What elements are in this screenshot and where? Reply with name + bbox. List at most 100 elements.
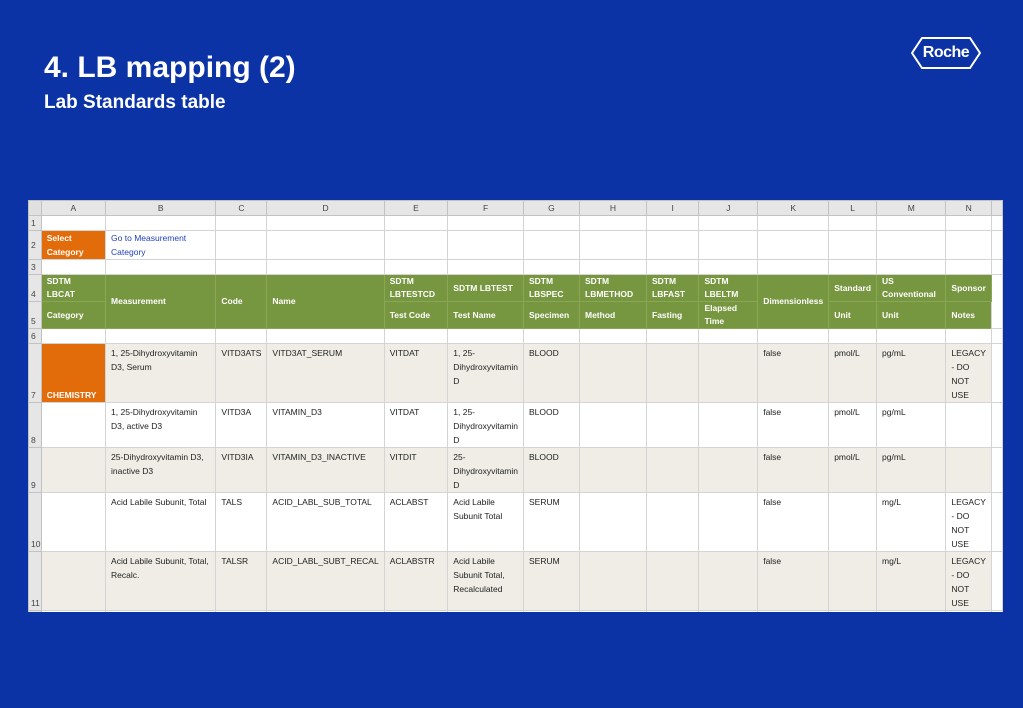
table-cell[interactable]: false — [757, 492, 830, 552]
table-cell[interactable]: ACLABST — [383, 492, 449, 552]
table-cell[interactable]: VITD3AT_SERUM — [266, 343, 385, 403]
table-cell[interactable] — [579, 402, 647, 448]
table-cell[interactable]: false — [757, 610, 830, 612]
table-cell[interactable] — [579, 610, 647, 612]
header-cell[interactable]: SDTM LBTESTCD — [383, 274, 449, 302]
table-cell[interactable] — [698, 492, 759, 552]
table-cell[interactable]: mg/L — [876, 492, 947, 552]
column-header[interactable]: B — [105, 200, 217, 216]
column-header[interactable]: F — [447, 200, 524, 216]
table-cell[interactable]: Acid Labile Subunit Total — [447, 492, 524, 552]
table-cell[interactable]: VITD3IA — [215, 447, 268, 493]
category-cell[interactable] — [40, 610, 107, 612]
table-cell[interactable] — [945, 610, 992, 612]
table-cell[interactable]: BLOOD — [522, 447, 581, 493]
table-cell[interactable] — [645, 402, 700, 448]
row-number[interactable]: 5 — [28, 301, 42, 329]
table-cell[interactable] — [579, 551, 647, 611]
column-header[interactable]: K — [757, 200, 830, 216]
table-cell[interactable]: BLOOD — [522, 343, 581, 403]
header-cell[interactable]: Elapsed Time — [698, 301, 759, 329]
table-cell[interactable]: ACLABSTR — [383, 551, 449, 611]
table-cell[interactable]: false — [757, 343, 830, 403]
header-cell[interactable]: SDTM LBSPEC — [522, 274, 581, 302]
table-cell[interactable]: U/L — [828, 610, 878, 612]
header-cell[interactable]: SDTM LBELTM — [698, 274, 759, 302]
header-cell[interactable]: Specimen — [522, 301, 581, 329]
table-cell[interactable]: ACID_LABL_SUB_TOTAL — [266, 492, 385, 552]
table-cell[interactable]: mg/L — [876, 551, 947, 611]
select-all-corner[interactable] — [28, 200, 42, 216]
table-cell[interactable]: VITDAT — [383, 402, 449, 448]
table-cell[interactable]: Acid Phosphatase — [447, 610, 524, 612]
table-cell[interactable]: pmol/L — [828, 402, 878, 448]
table-cell[interactable] — [645, 343, 700, 403]
header-cell[interactable]: Code — [215, 274, 268, 329]
row-number[interactable]: 10 — [28, 492, 42, 552]
table-cell[interactable]: ACPHOS — [215, 610, 268, 612]
header-cell[interactable]: Unit — [876, 301, 947, 329]
row-number[interactable]: 11 — [28, 551, 42, 611]
row-number[interactable]: 3 — [28, 259, 42, 275]
column-header[interactable]: E — [383, 200, 449, 216]
table-cell[interactable]: LEGACY - DO NOT USE — [945, 343, 992, 403]
table-cell[interactable]: TALSR — [215, 551, 268, 611]
table-cell[interactable] — [828, 492, 878, 552]
header-cell[interactable]: Fasting — [645, 301, 700, 329]
table-cell[interactable]: VITD3ATS — [215, 343, 268, 403]
category-cell[interactable] — [40, 447, 107, 493]
table-cell[interactable] — [579, 343, 647, 403]
table-cell[interactable] — [698, 447, 759, 493]
header-cell[interactable]: Name — [266, 274, 385, 329]
row-number[interactable]: 12 — [28, 610, 42, 612]
table-cell[interactable]: BLOOD — [522, 402, 581, 448]
column-header[interactable]: G — [522, 200, 581, 216]
go-to-measurement-category-link[interactable]: Go to Measurement Category — [105, 230, 217, 260]
header-cell[interactable]: Test Code — [383, 301, 449, 329]
table-cell[interactable] — [698, 610, 759, 612]
category-cell[interactable] — [40, 551, 107, 611]
table-cell[interactable]: pmol/L — [828, 447, 878, 493]
table-cell[interactable] — [828, 551, 878, 611]
table-cell[interactable]: pg/mL — [876, 447, 947, 493]
table-cell[interactable] — [698, 402, 759, 448]
column-header[interactable]: A — [40, 200, 107, 216]
table-cell[interactable]: SERUM — [522, 492, 581, 552]
header-cell[interactable]: SDTM LBCAT — [40, 274, 107, 302]
column-header[interactable]: M — [876, 200, 947, 216]
row-number[interactable]: 7 — [28, 343, 42, 403]
column-header[interactable]: I — [645, 200, 700, 216]
header-cell[interactable]: Measurement — [105, 274, 217, 329]
header-cell[interactable]: SDTM LBMETHOD — [579, 274, 647, 302]
table-cell[interactable]: pg/mL — [876, 402, 947, 448]
table-cell[interactable] — [698, 343, 759, 403]
column-header[interactable]: N — [945, 200, 992, 216]
table-cell[interactable] — [645, 610, 700, 612]
row-number[interactable]: 6 — [28, 328, 42, 344]
header-cell[interactable]: Test Name — [447, 301, 524, 329]
table-cell[interactable]: LEGACY - DO NOT USE — [945, 551, 992, 611]
table-cell[interactable]: ACID_PHOSPHATASE — [266, 610, 385, 612]
table-cell[interactable]: VITAMIN_D3_INACTIVE — [266, 447, 385, 493]
header-cell[interactable]: Sponsor — [945, 274, 992, 302]
table-cell[interactable]: 25-Dihydroxyvitamin D — [447, 447, 524, 493]
table-cell[interactable]: Acid Labile Subunit Total, Recalculated — [447, 551, 524, 611]
table-cell[interactable]: VITD3A — [215, 402, 268, 448]
table-cell[interactable] — [645, 492, 700, 552]
header-cell[interactable]: SDTM LBTEST — [447, 274, 524, 302]
header-cell[interactable]: Category — [40, 301, 107, 329]
header-cell[interactable]: US Conventional — [876, 274, 947, 302]
column-header[interactable]: H — [579, 200, 647, 216]
column-header[interactable]: L — [828, 200, 878, 216]
header-cell[interactable]: Standard — [828, 274, 878, 302]
row-number[interactable]: 8 — [28, 402, 42, 448]
table-cell[interactable]: VITAMIN_D3 — [266, 402, 385, 448]
table-cell[interactable]: 1, 25-Dihydroxyvitamin D — [447, 343, 524, 403]
table-cell[interactable]: TALS — [215, 492, 268, 552]
table-cell[interactable]: Acid Phosphatase — [105, 610, 217, 612]
table-cell[interactable]: ACID_LABL_SUBT_RECAL — [266, 551, 385, 611]
table-cell[interactable]: U/L — [876, 610, 947, 612]
header-cell[interactable]: Notes — [945, 301, 992, 329]
table-cell[interactable]: false — [757, 447, 830, 493]
table-cell[interactable]: ACPHOS — [383, 610, 449, 612]
